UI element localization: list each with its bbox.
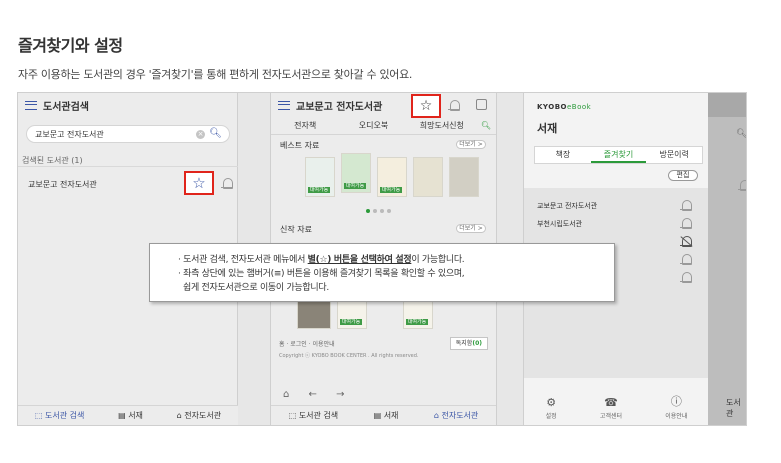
hamburger-menu-icon[interactable] <box>278 100 290 110</box>
bestseller-more-button[interactable]: 더보기 > <box>456 140 486 149</box>
tab-bookshelf[interactable]: 책장 <box>535 147 591 163</box>
e-library-title: 교보문고 전자도서관 <box>296 101 383 113</box>
new-release-label: 신작 자료 <box>280 225 312 234</box>
dimmed-bottom-label: 도서관 <box>726 398 741 418</box>
favorite-star-button[interactable]: ☆ <box>184 171 214 195</box>
callout-emphasis: 별(☆) 버튼을 선택하여 설정 <box>307 255 412 265</box>
bookshelf-tabs: 책장 즐겨찾기 방문이력 <box>534 146 703 164</box>
settings-nav[interactable]: ⚙ 설정 <box>546 396 557 420</box>
bell-icon[interactable] <box>680 253 692 265</box>
star-icon: ☆ <box>419 98 433 114</box>
star-icon: ☆ <box>192 174 206 192</box>
bell-icon[interactable] <box>221 177 233 189</box>
search-icon[interactable]: 🔍︎ <box>209 128 222 139</box>
bookshelf-title: 서재 <box>537 122 558 135</box>
bottom-nav-e-library[interactable]: ⌂ 전자도서관 <box>177 410 221 421</box>
favorite-library-item[interactable]: 교보문고 전자도서관 <box>537 201 597 211</box>
content-tabs: 전자책 오디오북 희망도서신청 🔍︎ <box>271 119 496 135</box>
bell-icon <box>738 179 746 191</box>
callout-line-1: · 도서관 검색, 전자도서관 메뉴에서 별(☆) 버튼을 선택하여 설정이 가… <box>178 255 465 265</box>
popup-box-button[interactable]: 독지함(0) <box>449 337 488 350</box>
bottom-nav: ⬚ 도서관 검색 ▤ 서재 ⌂ 전자도서관 <box>271 405 496 425</box>
instruction-callout: · 도서관 검색, 전자도서관 메뉴에서 별(☆) 버튼을 선택하여 설정이 가… <box>149 243 615 302</box>
bell-icon[interactable] <box>448 99 460 111</box>
popup-box-label: 독지함 <box>455 340 473 347</box>
e-library-header: 교보문고 전자도서관 <box>271 93 496 117</box>
borrow-badge: 대여가능 <box>344 183 366 189</box>
book-cover[interactable]: 대여가능 <box>403 299 433 329</box>
hamburger-menu-icon[interactable] <box>25 100 37 110</box>
callout-line-2: · 좌측 상단에 있는 햄버거(≡) 버튼을 이용해 즐겨찾기 목록을 확인할 … <box>178 269 465 279</box>
tab-visit-history[interactable]: 방문이력 <box>646 147 702 163</box>
tab-book-request[interactable]: 희망도서신청 <box>408 119 476 134</box>
browser-nav-icons[interactable]: ⌂ ← → <box>283 389 352 400</box>
bottom-nav-e-library[interactable]: ⌂ 전자도서관 <box>434 410 478 421</box>
tab-audiobook[interactable]: 오디오북 <box>339 119 407 134</box>
footer-links[interactable]: 홈 · 로그인 · 이용안내 <box>279 339 335 348</box>
new-release-more-button[interactable]: 더보기 > <box>456 224 486 233</box>
headset-icon: ☎ <box>604 396 618 409</box>
bell-icon[interactable] <box>680 217 692 229</box>
book-cover[interactable]: 대여가능 <box>377 157 407 197</box>
bookshelf-bottom-nav: ⚙ 설정 ☎ 고객센터 ⓘ 이용안내 <box>524 393 709 425</box>
bell-icon[interactable] <box>680 199 692 211</box>
window-icon[interactable] <box>476 99 487 110</box>
borrow-badge: 대여가능 <box>406 319 428 325</box>
carousel-dot[interactable] <box>373 209 377 213</box>
bottom-nav-library-search[interactable]: ⬚ 도서관 검색 <box>35 410 84 421</box>
dimmed-panel: 🔍︎ 도서관 <box>708 93 747 425</box>
tab-ebook[interactable]: 전자책 <box>271 119 339 134</box>
gear-icon: ⚙ <box>546 396 557 409</box>
carousel-dots <box>366 209 391 213</box>
borrow-badge: 대여가능 <box>340 319 362 325</box>
favorite-library-item[interactable]: 부천시립도서관 <box>537 219 582 229</box>
divider <box>18 166 238 167</box>
bottom-nav: ⬚ 도서관 검색 ▤ 서재 ⌂ 전자도서관 <box>18 405 238 425</box>
library-search-input[interactable]: 교보문고 전자도서관 × 🔍︎ <box>26 125 230 143</box>
dimmed-header <box>708 93 746 117</box>
carousel-dot[interactable] <box>380 209 384 213</box>
section-heading: 즐겨찾기와 설정 <box>18 36 123 55</box>
kyobo-ebook-logo: KYOBOeBook <box>537 103 592 111</box>
bestseller-label: 베스트 자료 <box>280 141 320 150</box>
library-result-item[interactable]: 교보문고 전자도서관 <box>28 179 97 190</box>
favorite-star-button[interactable]: ☆ <box>411 94 441 118</box>
bottom-nav-library-shelf[interactable]: ▤ 서재 <box>118 410 143 421</box>
library-search-value: 교보문고 전자도서관 <box>35 129 104 139</box>
edit-button[interactable]: 편집 <box>668 170 698 181</box>
bottom-nav-library-search[interactable]: ⬚ 도서관 검색 <box>289 410 338 421</box>
book-cover[interactable] <box>449 157 479 197</box>
book-cover[interactable]: 대여가능 <box>337 299 367 329</box>
book-cover[interactable] <box>297 299 331 329</box>
borrow-badge: 대여가능 <box>308 187 330 193</box>
info-icon: ⓘ <box>670 395 682 408</box>
search-result-count: 검색된 도서관 (1) <box>22 156 83 165</box>
callout-line-3: 쉽게 전자도서관으로 이동이 가능합니다. <box>183 283 329 293</box>
search-icon[interactable]: 🔍︎ <box>476 119 496 134</box>
guide-nav[interactable]: ⓘ 이용안내 <box>665 393 687 420</box>
book-cover[interactable] <box>413 157 443 197</box>
section-description: 자주 이용하는 도서관의 경우 '즐겨찾기'를 통해 편하게 전자도서관으로 찾… <box>18 68 413 81</box>
tab-favorites[interactable]: 즐겨찾기 <box>590 147 647 163</box>
library-search-header: 도서관검색 <box>18 93 238 117</box>
carousel-dot[interactable] <box>387 209 391 213</box>
copyright-text: Copyright ⓒ KYOBO BOOK CENTER . All righ… <box>279 353 419 359</box>
library-search-title: 도서관검색 <box>43 101 89 113</box>
search-icon: 🔍︎ <box>736 129 747 139</box>
borrow-badge: 대여가능 <box>380 187 402 193</box>
book-cover[interactable]: 대여가능 <box>305 157 335 197</box>
bottom-nav-library-shelf[interactable]: ▤ 서재 <box>374 410 399 421</box>
customer-center-nav[interactable]: ☎ 고객센터 <box>600 396 622 420</box>
carousel-dot[interactable] <box>366 209 370 213</box>
clear-search-icon[interactable]: × <box>196 130 205 139</box>
popup-box-count: (0) <box>472 340 482 347</box>
book-cover[interactable]: 대여가능 <box>341 153 371 193</box>
bell-icon[interactable] <box>680 271 692 283</box>
